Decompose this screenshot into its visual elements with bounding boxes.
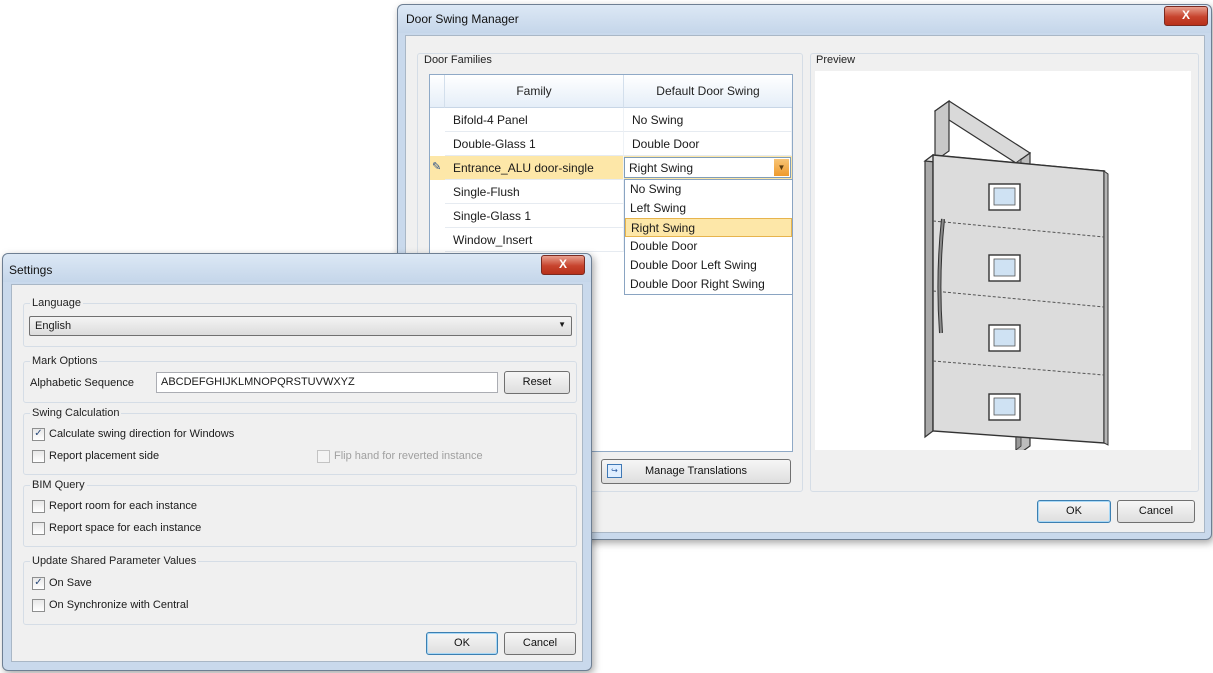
report-placement-side-label: Report placement side (49, 450, 160, 462)
swing-option[interactable]: Double Door Left Swing (625, 256, 792, 275)
swing-option[interactable]: Double Door Right Swing (625, 275, 792, 294)
language-label: Language (30, 297, 83, 309)
swing-combobox-value: Right Swing (629, 161, 694, 175)
bim-query-group (23, 485, 577, 547)
family-cell[interactable]: Entrance_ALU door-single (445, 156, 624, 180)
preview-label: Preview (816, 54, 856, 66)
swing-option[interactable]: Double Door (625, 237, 792, 256)
table-row[interactable]: Bifold-4 Panel No Swing (430, 108, 792, 132)
shared-parameters-group (23, 561, 577, 625)
on-synchronize-checkbox[interactable] (32, 599, 45, 612)
chevron-down-icon: ▼ (558, 320, 566, 329)
dialog-body: Language English ▼ Mark Options Alphabet… (11, 284, 583, 662)
swing-calculation-group (23, 413, 577, 475)
on-save-checkbox[interactable]: ✓ (32, 577, 45, 590)
family-cell[interactable]: Window_Insert (445, 228, 624, 252)
translate-icon: ↪ (607, 464, 622, 478)
door-families-label: Door Families (424, 54, 492, 66)
manage-translations-label: Manage Translations (644, 465, 748, 477)
language-select-value: English (35, 320, 72, 332)
window-title: Settings (9, 263, 53, 277)
ok-button[interactable]: OK (1037, 500, 1111, 523)
report-space-label: Report space for each instance (49, 522, 202, 534)
table-row[interactable]: Double-Glass 1 Double Door (430, 132, 792, 156)
cancel-button[interactable]: Cancel (504, 632, 576, 655)
report-placement-side-checkbox[interactable] (32, 450, 45, 463)
settings-window: Settings X Language English ▼ Mark Optio… (2, 253, 592, 671)
title-bar[interactable]: Settings X (3, 254, 591, 282)
swing-option[interactable]: Left Swing (625, 199, 792, 218)
report-room-label: Report room for each instance (49, 500, 197, 512)
swing-cell[interactable]: Double Door (624, 132, 792, 156)
close-button[interactable]: X (1164, 6, 1208, 26)
swing-option[interactable]: No Swing (625, 180, 792, 199)
family-cell[interactable]: Double-Glass 1 (445, 132, 624, 156)
title-bar[interactable]: Door Swing Manager X (398, 5, 1211, 33)
table-row-selected[interactable]: ✎ Entrance_ALU door-single Right Swing ▼ (430, 156, 792, 180)
mark-options-label: Mark Options (30, 355, 100, 367)
cancel-button[interactable]: Cancel (1117, 500, 1195, 523)
swing-dropdown-list: No Swing Left Swing Right Swing Double D… (624, 179, 793, 295)
alphabetic-sequence-value: ABCDEFGHIJKLMNOPQRSTUVWXYZ (161, 376, 355, 388)
pencil-icon: ✎ (432, 161, 442, 173)
calculate-windows-checkbox[interactable]: ✓ (32, 428, 45, 441)
report-room-checkbox[interactable] (32, 500, 45, 513)
column-header-family[interactable]: Family (445, 75, 624, 108)
shared-parameters-label: Update Shared Parameter Values (30, 555, 199, 567)
grid-row-header-corner (430, 75, 445, 108)
family-cell[interactable]: Bifold-4 Panel (445, 108, 624, 132)
alphabetic-sequence-input[interactable]: ABCDEFGHIJKLMNOPQRSTUVWXYZ (156, 372, 498, 393)
window-title: Door Swing Manager (406, 12, 519, 26)
column-header-default-swing[interactable]: Default Door Swing (624, 75, 792, 108)
ok-button[interactable]: OK (426, 632, 498, 655)
calculate-windows-label: Calculate swing direction for Windows (49, 428, 235, 440)
preview-pane (815, 71, 1191, 458)
on-save-label: On Save (49, 577, 92, 589)
door-preview-image (923, 99, 1109, 458)
manage-translations-button[interactable]: ↪ Manage Translations (601, 459, 791, 484)
swing-cell[interactable]: No Swing (624, 108, 792, 132)
language-select[interactable]: English ▼ (29, 316, 572, 336)
report-space-checkbox[interactable] (32, 522, 45, 535)
close-button[interactable]: X (541, 255, 585, 275)
chevron-down-icon[interactable]: ▼ (774, 159, 789, 176)
family-cell[interactable]: Single-Flush (445, 180, 624, 204)
flip-hand-label: Flip hand for reverted instance (334, 450, 483, 462)
family-cell[interactable]: Single-Glass 1 (445, 204, 624, 228)
reset-button[interactable]: Reset (504, 371, 570, 394)
on-synchronize-label: On Synchronize with Central (49, 599, 189, 611)
swing-combobox[interactable]: Right Swing ▼ (624, 157, 791, 178)
flip-hand-checkbox (317, 450, 330, 463)
swing-calculation-label: Swing Calculation (30, 407, 122, 419)
swing-option-selected[interactable]: Right Swing (625, 218, 792, 237)
bim-query-label: BIM Query (30, 479, 87, 491)
alphabetic-sequence-label: Alphabetic Sequence (30, 377, 134, 389)
